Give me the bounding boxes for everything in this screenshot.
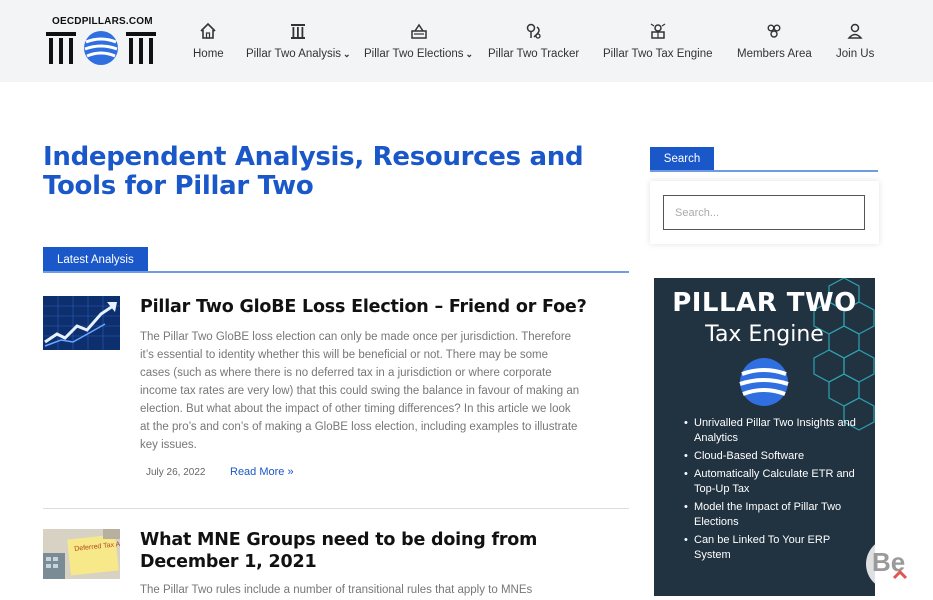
post-date: July 26, 2022 <box>146 467 206 478</box>
post-title[interactable]: What MNE Groups need to be doing from De… <box>140 529 570 573</box>
deferred-tax-asset-thumbnail[interactable]: Deferred Tax Asset <box>43 529 120 579</box>
read-more-link[interactable]: Read More » <box>230 466 294 478</box>
pillar-icon <box>289 20 307 42</box>
growth-chart-thumbnail[interactable] <box>43 296 120 350</box>
nav-home-label: Home <box>193 48 224 60</box>
post-item: Deferred Tax Asset What MNE Groups need … <box>43 529 629 600</box>
ad-feature-item: Unrivalled Pillar Two Insights and Analy… <box>684 416 869 446</box>
nav-members-area[interactable]: Members Area <box>737 20 812 60</box>
post-excerpt: The Pillar Two GloBE loss election can o… <box>140 331 580 451</box>
post-title[interactable]: Pillar Two GloBE Loss Election – Friend … <box>140 296 620 318</box>
ballot-icon <box>410 20 428 42</box>
nav-tracker-label: Pillar Two Tracker <box>488 48 580 60</box>
site-logo[interactable]: OECDPILLARS.COM <box>46 14 158 74</box>
ad-feature-item: Can be Linked To Your ERP System <box>684 533 869 563</box>
ad-title: PILLAR TWO <box>672 288 857 318</box>
search-widget-title: Search <box>650 147 714 171</box>
nav-pillar-two-analysis[interactable]: Pillar Two Analysis ⌄ <box>246 20 351 60</box>
home-icon <box>199 20 217 42</box>
post-excerpt: The Pillar Two rules include a number of… <box>140 584 533 596</box>
be-watermark-logo: Be <box>866 538 918 590</box>
nav-pillar-two-tax-engine[interactable]: Pillar Two Tax Engine <box>603 20 713 60</box>
pillars-globe-icon <box>46 31 156 65</box>
ad-subtitle: Tax Engine <box>705 322 824 347</box>
nav-home[interactable]: Home <box>193 20 224 60</box>
post-item: Pillar Two GloBE Loss Election – Friend … <box>43 296 629 496</box>
engine-icon <box>649 20 667 42</box>
ad-feature-item: Cloud-Based Software <box>684 449 869 464</box>
search-widget-divider <box>650 170 878 172</box>
chevron-down-icon: ⌄ <box>465 48 474 59</box>
ad-feature-list: Unrivalled Pillar Two Insights and Analy… <box>684 416 869 566</box>
nav-elections-label: Pillar Two Elections <box>364 48 464 60</box>
nav-join-us[interactable]: Join Us <box>836 20 874 60</box>
nav-join-label: Join Us <box>836 48 875 60</box>
latest-analysis-tab: Latest Analysis <box>43 247 148 272</box>
user-icon <box>846 20 864 42</box>
logo-text: OECDPILLARS.COM <box>52 16 153 27</box>
tracker-icon <box>525 20 543 42</box>
section-divider <box>43 271 629 273</box>
nav-pillar-two-elections[interactable]: Pillar Two Elections ⌄ <box>364 20 473 60</box>
site-header: OECDPILLARS.COM Home Pillar Two Analysis… <box>0 0 933 82</box>
members-icon <box>765 20 783 42</box>
chevron-down-icon: ⌄ <box>343 48 351 59</box>
ad-feature-item: Model the Impact of Pillar Two Elections <box>684 500 869 530</box>
search-input[interactable] <box>663 195 865 230</box>
tax-engine-ad-banner[interactable]: PILLAR TWO Tax Engine Unrivalled Pillar … <box>654 278 875 596</box>
nav-members-label: Members Area <box>737 48 812 60</box>
post-divider <box>43 508 629 509</box>
search-widget <box>650 181 879 244</box>
nav-tax-engine-label: Pillar Two Tax Engine <box>603 48 713 60</box>
page-title: Independent Analysis, Resources and Tool… <box>43 142 584 201</box>
nav-pillar-two-tracker[interactable]: Pillar Two Tracker <box>488 20 579 60</box>
nav-analysis-label: Pillar Two Analysis <box>246 48 342 60</box>
ad-feature-item: Automatically Calculate ETR and Top-Up T… <box>684 467 869 497</box>
